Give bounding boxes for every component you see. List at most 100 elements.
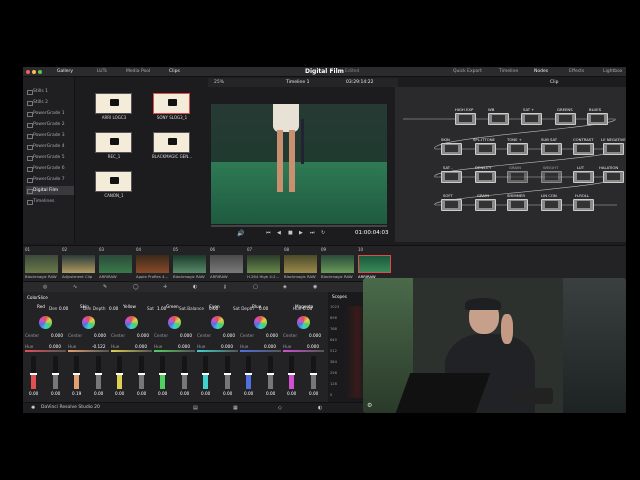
node[interactable]: [541, 199, 562, 211]
still-thumbnail[interactable]: [95, 93, 132, 114]
audio-icon[interactable]: 🔊: [237, 230, 244, 237]
nodes-tab[interactable]: Nodes: [534, 69, 548, 74]
channel-slider[interactable]: [52, 356, 59, 389]
channel-slider[interactable]: [288, 356, 295, 389]
sidebar-item-digital-film[interactable]: Digital Film: [26, 186, 74, 195]
channel-slider[interactable]: [245, 356, 252, 389]
channel-slider[interactable]: [73, 356, 80, 389]
zoom-level[interactable]: 25%: [214, 80, 224, 85]
sidebar-item[interactable]: Stills 2: [26, 98, 74, 107]
window-icon[interactable]: ◯: [133, 284, 139, 290]
clip-thumbnail[interactable]: [62, 255, 95, 273]
3d-icon[interactable]: ◈: [283, 284, 287, 290]
node[interactable]: [507, 143, 528, 155]
stop-icon[interactable]: ■: [288, 230, 293, 236]
node-disabled[interactable]: [507, 171, 528, 183]
channel-slider[interactable]: [159, 356, 166, 389]
quick-export-button[interactable]: Quick Export: [453, 69, 482, 74]
hue-value[interactable]: 0.000: [49, 344, 61, 349]
node-disabled[interactable]: [541, 171, 562, 183]
sidebar-item[interactable]: PowerGrade 1: [26, 109, 74, 118]
key-icon[interactable]: ⚷: [223, 284, 227, 290]
timeline-tab[interactable]: Timeline: [499, 69, 518, 74]
sidebar-item[interactable]: Timelines: [26, 197, 74, 206]
clip-thumbnail[interactable]: [173, 255, 206, 273]
clip-thumbnail[interactable]: [25, 255, 58, 273]
hue-value[interactable]: 0.000: [135, 344, 147, 349]
node[interactable]: [603, 171, 624, 183]
timeline-selector[interactable]: Timeline 1: [286, 80, 309, 85]
node[interactable]: [507, 199, 528, 211]
hue-value[interactable]: 0.000: [307, 344, 319, 349]
channel-slider[interactable]: [181, 356, 188, 389]
page-media-icon[interactable]: ▤: [193, 405, 198, 411]
channel-slider[interactable]: [267, 356, 274, 389]
channel-color-wheel[interactable]: [254, 316, 267, 329]
hue-slider[interactable]: [240, 350, 281, 352]
node[interactable]: [475, 171, 496, 183]
still-thumbnail[interactable]: [95, 171, 132, 192]
node[interactable]: [573, 171, 594, 183]
channel-slider[interactable]: [138, 356, 145, 389]
blur-icon[interactable]: ◐: [193, 284, 197, 290]
hue-slider[interactable]: [25, 350, 66, 352]
colorslice-icon[interactable]: ◉: [313, 284, 317, 290]
sizing-icon[interactable]: ▢: [253, 284, 258, 290]
hue-slider[interactable]: [111, 350, 152, 352]
node[interactable]: [573, 143, 594, 155]
gallery-tab[interactable]: Gallery: [57, 69, 73, 74]
node[interactable]: [475, 143, 496, 155]
minimize-icon[interactable]: [32, 70, 36, 74]
skip-back-icon[interactable]: ⏮: [266, 230, 271, 236]
center-value[interactable]: 0.000: [223, 333, 235, 338]
node[interactable]: [573, 199, 594, 211]
lightbox-tab[interactable]: Lightbox: [603, 69, 622, 74]
channel-color-wheel[interactable]: [297, 316, 310, 329]
curves-icon[interactable]: ∿: [73, 284, 77, 290]
effects-tab[interactable]: Effects: [569, 69, 584, 74]
hue-value[interactable]: -0.122: [92, 344, 106, 349]
still-thumbnail[interactable]: [95, 132, 132, 153]
still-thumbnail-selected[interactable]: [153, 93, 190, 114]
sidebar-item[interactable]: PowerGrade 3: [26, 131, 74, 140]
clip-thumbnail[interactable]: [284, 255, 317, 273]
node[interactable]: [455, 113, 476, 125]
hue-slider[interactable]: [283, 350, 324, 352]
hue-slider[interactable]: [197, 350, 238, 352]
node[interactable]: [521, 113, 542, 125]
clip-mode-label[interactable]: Clip: [550, 80, 559, 85]
clips-tab[interactable]: Clips: [169, 69, 180, 74]
tracker-icon[interactable]: ✛: [163, 284, 167, 290]
webcam-settings-icon[interactable]: ⚙: [367, 402, 372, 409]
clip-thumbnail[interactable]: [99, 255, 132, 273]
channel-slider[interactable]: [116, 356, 123, 389]
sidebar-item[interactable]: PowerGrade 6: [26, 164, 74, 173]
channel-color-wheel[interactable]: [39, 316, 52, 329]
hue-value[interactable]: 0.000: [264, 344, 276, 349]
page-edit-icon[interactable]: ▦: [233, 405, 238, 411]
sidebar-item[interactable]: PowerGrade 5: [26, 153, 74, 162]
node[interactable]: [441, 199, 462, 211]
hue-slider[interactable]: [68, 350, 109, 352]
viewer-image[interactable]: [211, 104, 387, 224]
channel-slider[interactable]: [224, 356, 231, 389]
node[interactable]: [541, 143, 562, 155]
sidebar-item[interactable]: PowerGrade 2: [26, 120, 74, 129]
node[interactable]: [555, 113, 576, 125]
center-value[interactable]: 0.000: [180, 333, 192, 338]
skip-forward-icon[interactable]: ⏭: [310, 230, 315, 236]
page-fusion-icon[interactable]: ◇: [278, 405, 282, 411]
media-pool-tab[interactable]: Media Pool: [126, 69, 150, 74]
still-thumbnail[interactable]: [153, 132, 190, 153]
channel-color-wheel[interactable]: [168, 316, 181, 329]
clip-thumbnail[interactable]: [210, 255, 243, 273]
channel-slider[interactable]: [95, 356, 102, 389]
hue-slider[interactable]: [154, 350, 195, 352]
sidebar-item[interactable]: PowerGrade 4: [26, 142, 74, 151]
luts-tab[interactable]: LUTs: [97, 69, 107, 74]
node[interactable]: [603, 143, 624, 155]
node-editor[interactable]: HIGH EXP WB SAT + GREENS BLUES SKIN SPL.…: [395, 87, 626, 242]
center-value[interactable]: 0.000: [94, 333, 106, 338]
sidebar-item[interactable]: Stills 1: [26, 87, 74, 96]
node[interactable]: [475, 199, 496, 211]
